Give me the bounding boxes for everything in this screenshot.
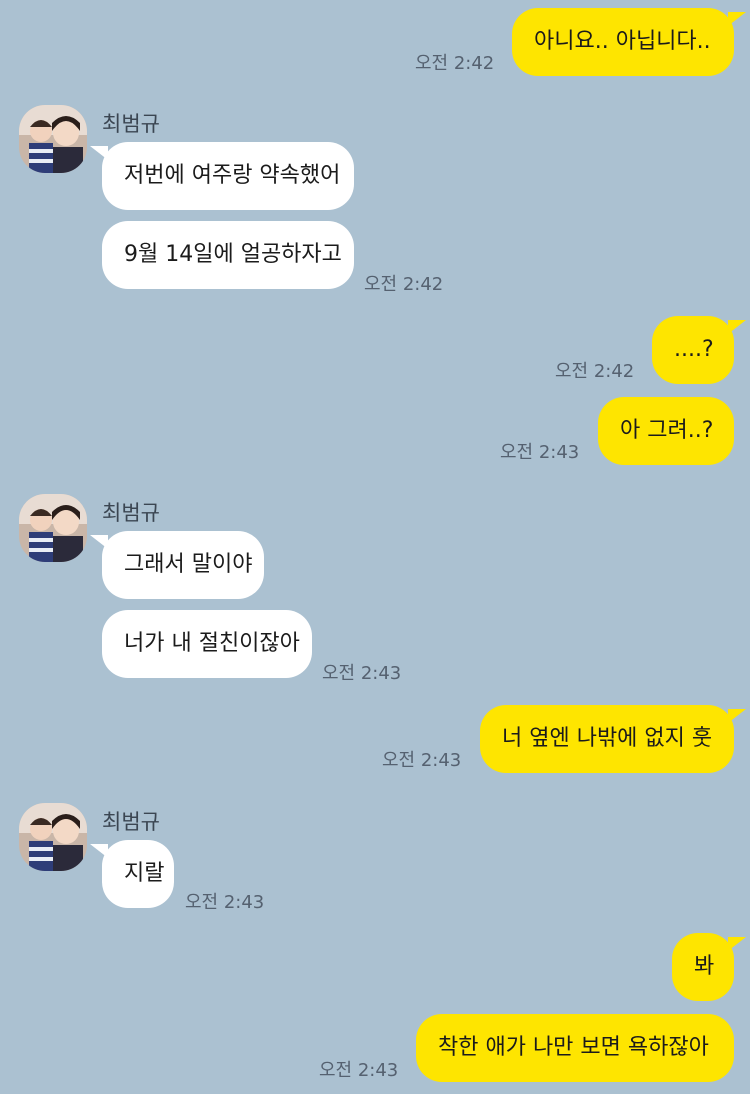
my-message-bubble[interactable]: 아니요.. 아닙니다.. — [512, 8, 734, 76]
message-text: 아 그려..? — [620, 418, 714, 443]
sender-name: 최범규 — [102, 810, 160, 834]
message-text: 봐 — [694, 954, 715, 979]
message-time: 오전 2:42 — [415, 53, 495, 74]
message-text: 너 옆엔 나밖에 없지 훗 — [502, 726, 713, 751]
my-message-bubble[interactable]: 너 옆엔 나밖에 없지 훗 — [480, 705, 734, 773]
bubble-tail — [728, 709, 746, 723]
message-time: 오전 2:43 — [382, 750, 462, 771]
message-time: 오전 2:42 — [364, 274, 444, 295]
profile-photo-icon — [19, 105, 87, 173]
message-text: 아니요.. 아닙니다.. — [534, 29, 711, 54]
bubble-tail — [728, 320, 746, 334]
message-time: 오전 2:43 — [185, 892, 265, 913]
my-message-bubble[interactable]: 착한 애가 나만 보면 욕하잖아 — [416, 1014, 734, 1082]
message-time: 오전 2:42 — [555, 361, 635, 382]
message-time: 오전 2:43 — [322, 663, 402, 684]
my-message-bubble[interactable]: ....? — [652, 316, 734, 384]
bubble-tail — [90, 146, 108, 160]
profile-photo-icon — [19, 803, 87, 871]
bubble-tail — [728, 937, 746, 951]
my-message-bubble[interactable]: 아 그려..? — [598, 397, 734, 465]
message-text: 너가 내 절친이잖아 — [124, 631, 300, 656]
my-message-bubble[interactable]: 봐 — [672, 933, 734, 1001]
message-text: 착한 애가 나만 보면 욕하잖아 — [438, 1035, 709, 1060]
profile-photo-icon — [19, 494, 87, 562]
message-text: 저번에 여주랑 약속했어 — [124, 163, 341, 188]
sender-avatar[interactable] — [19, 105, 87, 173]
their-message-bubble[interactable]: 9월 14일에 얼공하자고 — [102, 221, 354, 289]
sender-name: 최범규 — [102, 112, 160, 136]
message-text: 9월 14일에 얼공하자고 — [124, 242, 342, 267]
bubble-tail — [728, 12, 746, 26]
their-message-bubble[interactable]: 그래서 말이야 — [102, 531, 264, 599]
their-message-bubble[interactable]: 너가 내 절친이잖아 — [102, 610, 312, 678]
message-time: 오전 2:43 — [500, 442, 580, 463]
sender-avatar[interactable] — [19, 494, 87, 562]
message-text: 그래서 말이야 — [124, 552, 253, 577]
their-message-bubble[interactable]: 지랄 — [102, 840, 174, 908]
bubble-tail — [90, 535, 108, 549]
sender-avatar[interactable] — [19, 803, 87, 871]
bubble-tail — [90, 844, 108, 858]
sender-name: 최범규 — [102, 501, 160, 525]
message-text: ....? — [674, 337, 714, 362]
their-message-bubble[interactable]: 저번에 여주랑 약속했어 — [102, 142, 354, 210]
message-time: 오전 2:43 — [319, 1060, 399, 1081]
message-text: 지랄 — [124, 861, 165, 886]
